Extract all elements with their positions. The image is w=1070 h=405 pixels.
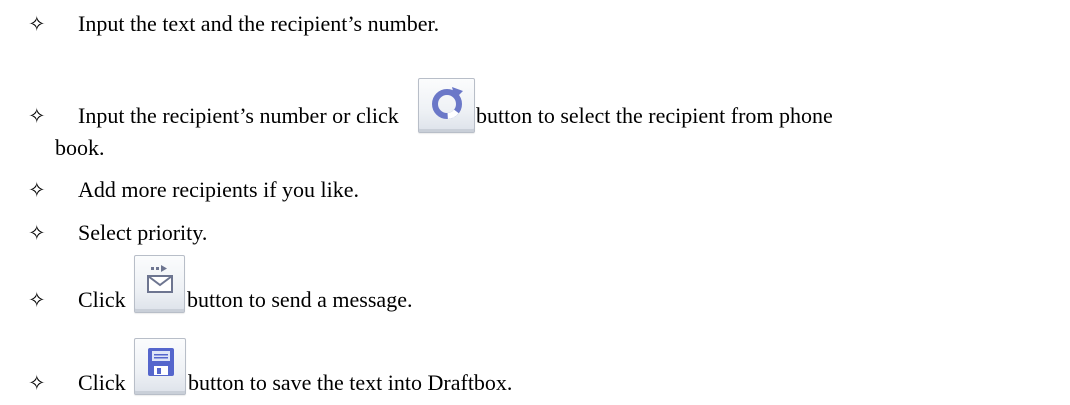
instruction-recipient-before: Input the recipient’s number or click bbox=[78, 103, 399, 128]
instruction-send-after: button to send a message. bbox=[187, 287, 413, 312]
send-message-button[interactable] bbox=[134, 255, 185, 313]
bullet-glyph: ✧ bbox=[28, 221, 46, 245]
bullet-glyph: ✧ bbox=[28, 371, 46, 395]
instruction-recipient-after: button to select the recipient from phon… bbox=[476, 103, 833, 128]
refresh-icon bbox=[432, 87, 463, 119]
instruction-input-text: Input the text and the recipient’s numbe… bbox=[78, 11, 440, 36]
bullet-glyph: ✧ bbox=[28, 12, 46, 36]
save-draft-icon bbox=[148, 348, 174, 376]
bullet-glyph: ✧ bbox=[28, 104, 46, 128]
instruction-list: ✧ Input the text and the recipient’s num… bbox=[0, 0, 1070, 405]
instruction-save-before: Click bbox=[78, 370, 126, 395]
instruction-send-before: Click bbox=[78, 287, 126, 312]
instruction-recipient-continuation: book. bbox=[55, 135, 105, 160]
bullet-glyph: ✧ bbox=[28, 288, 46, 312]
bullet-glyph: ✧ bbox=[28, 178, 46, 202]
save-draft-button[interactable] bbox=[134, 338, 186, 395]
send-message-icon bbox=[147, 265, 173, 293]
instruction-add-recipients: Add more recipients if you like. bbox=[78, 177, 360, 202]
instruction-save-after: button to save the text into Draftbox. bbox=[188, 370, 513, 395]
instruction-select-priority: Select priority. bbox=[78, 220, 208, 245]
phonebook-select-button[interactable] bbox=[418, 78, 475, 133]
